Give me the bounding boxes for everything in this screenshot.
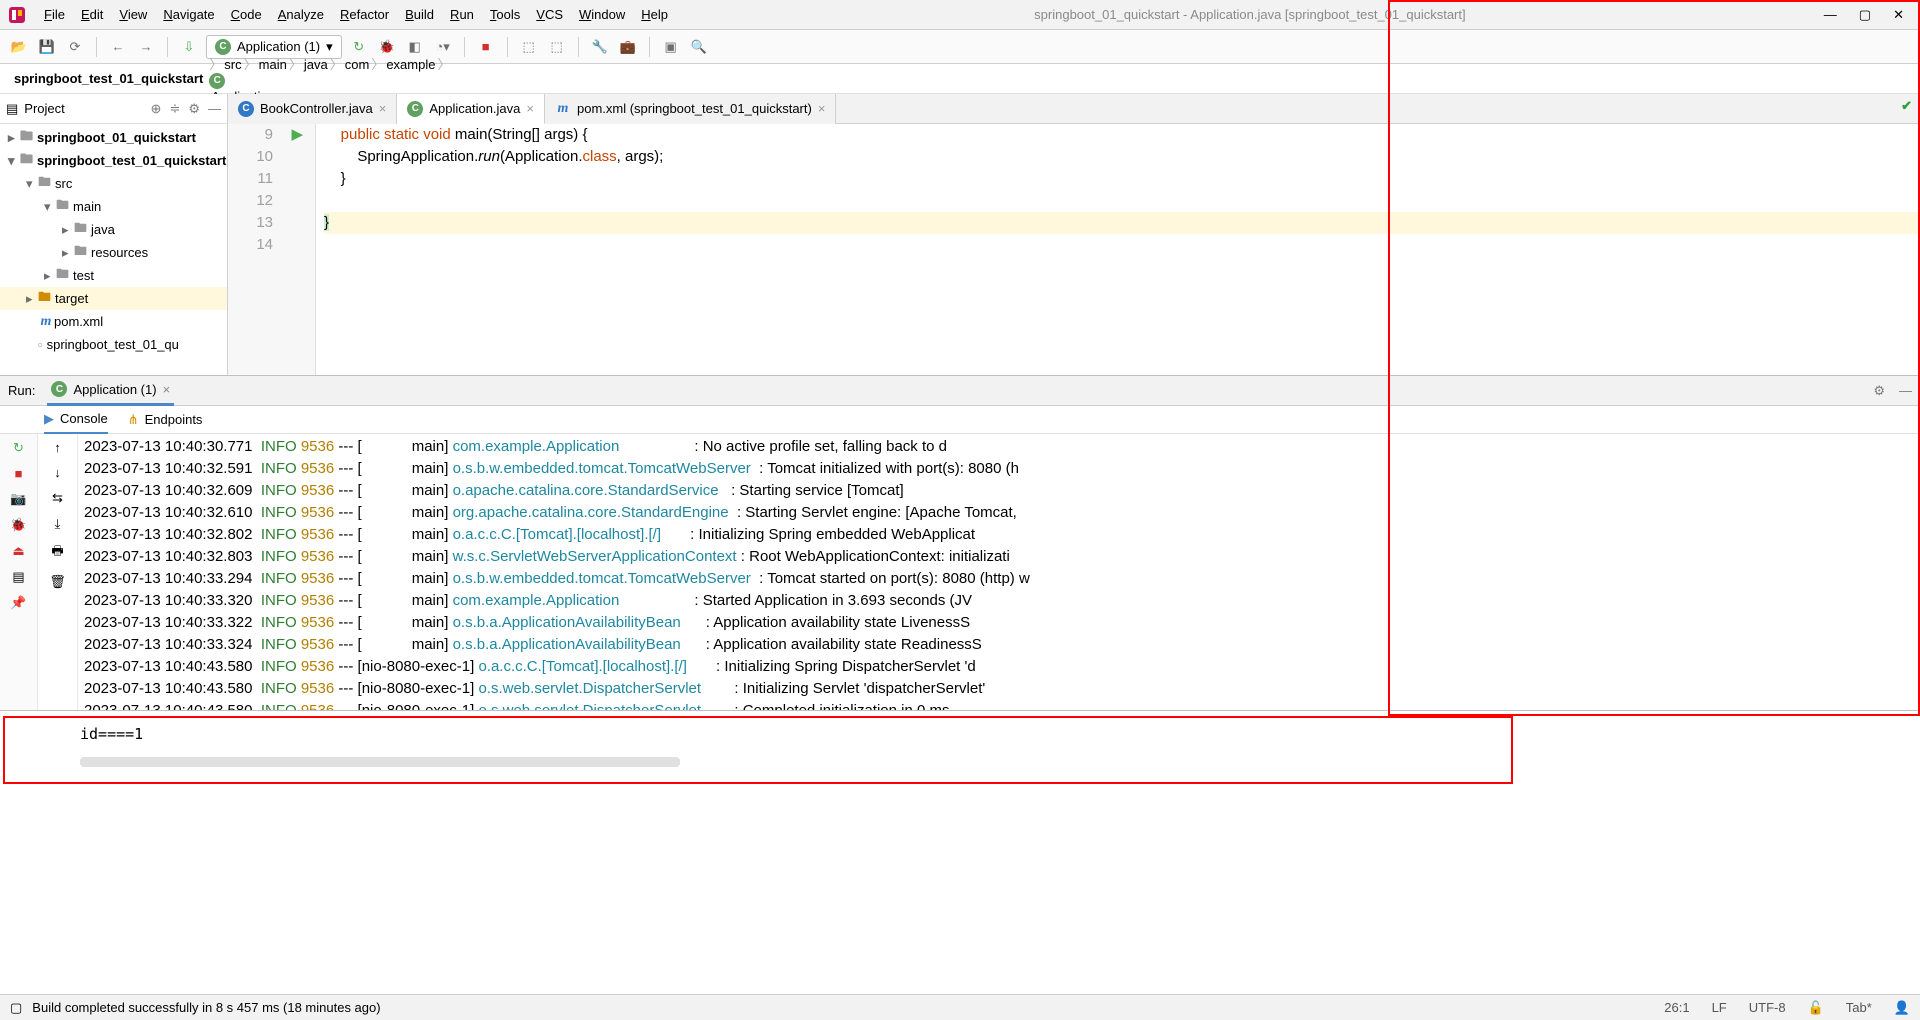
breadcrumb-root[interactable]: springboot_test_01_quickstart	[12, 71, 205, 86]
rerun-icon[interactable]: ↻	[13, 440, 24, 456]
briefcase-icon[interactable]: 💼	[617, 36, 639, 58]
project-view-icon[interactable]: ▤	[6, 101, 18, 117]
tree-node-springboot-test-01-qu[interactable]: ▫springboot_test_01_qu	[0, 333, 227, 356]
menu-edit[interactable]: Edit	[73, 7, 111, 22]
status-panel-icon[interactable]: ▢	[10, 1000, 22, 1016]
menu-build[interactable]: Build	[397, 7, 442, 22]
forward-icon[interactable]: →	[135, 36, 157, 58]
file-encoding[interactable]: UTF-8	[1749, 1000, 1786, 1016]
inspection-ok-icon[interactable]: ✔	[1901, 98, 1912, 114]
indent-setting[interactable]: Tab*	[1846, 1000, 1872, 1016]
layout-run-icon[interactable]: ▤	[12, 569, 24, 585]
open-icon[interactable]: 📂	[8, 36, 30, 58]
settings-icon[interactable]: ⚙	[188, 101, 200, 117]
inspector-icon[interactable]: 👤	[1894, 1000, 1910, 1016]
project-label[interactable]: Project	[24, 101, 64, 116]
console-output[interactable]: 2023-07-13 10:40:30.771 INFO 9536 --- [ …	[78, 434, 1920, 710]
breadcrumb-item[interactable]: com	[343, 57, 372, 72]
menu-code[interactable]: Code	[223, 7, 270, 22]
tree-node-src[interactable]: ▾🖿src	[0, 172, 227, 195]
menu-refactor[interactable]: Refactor	[332, 7, 397, 22]
lock-icon[interactable]: 🔓	[1808, 1000, 1824, 1016]
run-tab[interactable]: CApplication (1)×	[47, 376, 174, 406]
up-icon[interactable]: ↑	[54, 440, 61, 455]
stop-icon[interactable]: ■	[475, 36, 497, 58]
pin-icon[interactable]: 📌	[10, 595, 26, 611]
console-id-output: id====1	[0, 711, 1920, 753]
menu-vcs[interactable]: VCS	[528, 7, 571, 22]
menu-run[interactable]: Run	[442, 7, 482, 22]
minimize-icon[interactable]: —	[1824, 7, 1837, 23]
menu-window[interactable]: Window	[571, 7, 633, 22]
expand-icon[interactable]: ≑	[169, 101, 180, 117]
menu-view[interactable]: View	[111, 7, 155, 22]
run-side-toolbar: ↻ ■ 📷 🐞 ⏏ ▤ 📌	[0, 434, 38, 710]
hide-icon[interactable]: —	[208, 101, 221, 117]
run-label: Run:	[8, 383, 35, 398]
breadcrumb-item[interactable]: java	[302, 57, 330, 72]
print-icon[interactable]: 🖶	[51, 542, 63, 564]
wrap-icon[interactable]: ⇆	[52, 490, 63, 506]
console-side-toolbar: ↑ ↓ ⇆ ⤓ 🖶 🗑	[38, 434, 78, 710]
down-icon[interactable]: ↓	[54, 465, 61, 480]
editor-tab[interactable]: CApplication.java×	[397, 94, 545, 124]
save-icon[interactable]: 💾	[36, 36, 58, 58]
stack-icon[interactable]: ⬚	[546, 36, 568, 58]
endpoints-tab[interactable]: ⋔Endpoints	[128, 406, 203, 434]
menu-tools[interactable]: Tools	[482, 7, 528, 22]
tree-node-test[interactable]: ▸🖿test	[0, 264, 227, 287]
stop-run-icon[interactable]: ■	[15, 466, 23, 481]
exit-icon[interactable]: ⏏	[12, 543, 24, 559]
layout-icon[interactable]: ▣	[660, 36, 682, 58]
attach-icon[interactable]: ⬚	[518, 36, 540, 58]
status-bar: ▢ Build completed successfully in 8 s 45…	[0, 994, 1920, 1020]
tree-node-main[interactable]: ▾🖿main	[0, 195, 227, 218]
wrench-icon[interactable]: 🔧	[589, 36, 611, 58]
minimize-panel-icon[interactable]: —	[1899, 383, 1912, 399]
console-tab[interactable]: ▶Console	[44, 406, 108, 434]
scroll-icon[interactable]: ⤓	[55, 516, 61, 532]
editor-tabs: CBookController.java×CApplication.java×m…	[228, 94, 1920, 124]
menu-analyze[interactable]: Analyze	[270, 7, 332, 22]
menu-navigate[interactable]: Navigate	[155, 7, 222, 22]
project-tree[interactable]: ▸🖿springboot_01_quickstart▾🖿springboot_t…	[0, 124, 227, 375]
gutter[interactable]: 9▶1011121314	[228, 124, 316, 375]
code-area[interactable]: public static void main(String[] args) {…	[316, 124, 1920, 375]
caret-position[interactable]: 26:1	[1664, 1000, 1689, 1016]
close-icon[interactable]: ✕	[1893, 7, 1904, 23]
project-tool-window: ▤ Project ⊕ ≑ ⚙ — ▸🖿springboot_01_quicks…	[0, 94, 228, 375]
tree-node-springboot-01-quickstart[interactable]: ▸🖿springboot_01_quickstart	[0, 126, 227, 149]
debug-attach-icon[interactable]: 🐞	[10, 517, 26, 533]
menu-file[interactable]: File	[36, 7, 73, 22]
breadcrumb: springboot_test_01_quickstart 〉src〉main〉…	[0, 64, 1920, 94]
locate-icon[interactable]: ⊕	[151, 101, 162, 117]
window-title: springboot_01_quickstart - Application.j…	[676, 7, 1824, 22]
editor-tab[interactable]: mpom.xml (springboot_test_01_quickstart)…	[545, 94, 836, 124]
breadcrumb-item[interactable]: src	[222, 57, 243, 72]
breadcrumb-item[interactable]: example	[384, 57, 437, 72]
horizontal-scrollbar[interactable]	[80, 757, 680, 767]
editor: CBookController.java×CApplication.java×m…	[228, 94, 1920, 375]
menu-bar: FileEditViewNavigateCodeAnalyzeRefactorB…	[0, 0, 1920, 30]
refresh-icon[interactable]: ⟳	[64, 36, 86, 58]
line-separator[interactable]: LF	[1712, 1000, 1727, 1016]
tree-node-pom-xml[interactable]: mpom.xml	[0, 310, 227, 333]
menu-help[interactable]: Help	[633, 7, 676, 22]
tree-node-target[interactable]: ▸🖿target	[0, 287, 227, 310]
maximize-icon[interactable]: ▢	[1859, 7, 1871, 23]
status-message: Build completed successfully in 8 s 457 …	[32, 1000, 380, 1015]
tree-node-java[interactable]: ▸🖿java	[0, 218, 227, 241]
tree-node-resources[interactable]: ▸🖿resources	[0, 241, 227, 264]
editor-tab[interactable]: CBookController.java×	[228, 94, 397, 124]
run-tool-window: Run: CApplication (1)× ⚙ — ▶Console ⋔End…	[0, 376, 1920, 711]
dump-icon[interactable]: 📷	[10, 491, 26, 507]
tree-node-springboot-test-01-quickstart[interactable]: ▾🖿springboot_test_01_quickstart	[0, 149, 227, 172]
build-icon[interactable]: ⇩	[178, 36, 200, 58]
breadcrumb-item[interactable]: main	[257, 57, 289, 72]
search-icon[interactable]: 🔍	[688, 36, 710, 58]
clear-icon[interactable]: 🗑	[49, 574, 66, 590]
app-logo-icon	[8, 6, 26, 24]
back-icon[interactable]: ←	[107, 36, 129, 58]
gear-icon[interactable]: ⚙	[1873, 383, 1885, 399]
